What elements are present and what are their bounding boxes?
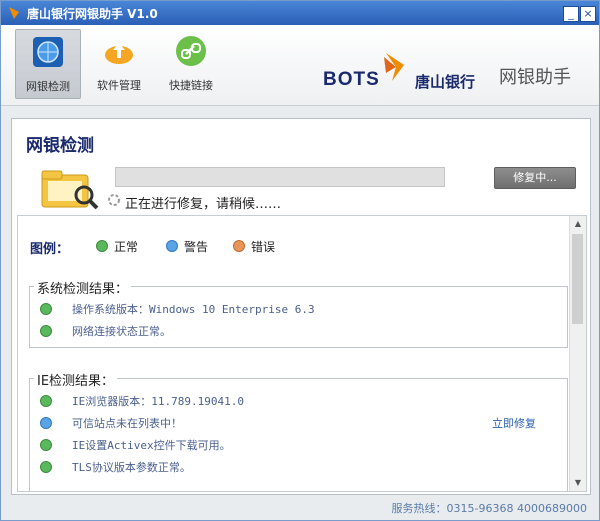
minimize-button[interactable]: _ (563, 6, 579, 22)
ok-status-icon (40, 303, 52, 315)
legend-label: 图例： (30, 242, 70, 257)
app-name: 网银助手 (499, 67, 571, 88)
fix-now-link[interactable]: 立即修复 (492, 415, 536, 431)
result-text: TLS协议版本参数正常。 (72, 461, 191, 474)
page-title: 网银检测 (26, 136, 94, 156)
brand-bots-text: BOTS (323, 69, 380, 90)
ok-status-icon (40, 325, 52, 337)
result-text: 可信站点未在列表中！ (72, 417, 182, 430)
result-row: 可信站点未在列表中！ 立即修复 (40, 415, 560, 431)
scan-globe-icon (33, 37, 63, 67)
repair-status-text: 正在进行修复，请稍候…… (125, 197, 282, 212)
window-title: 唐山银行网银助手 V1.0 (27, 7, 158, 21)
warning-status-icon (40, 417, 52, 429)
result-row: 操作系统版本：Windows 10 Enterprise 6.3 (40, 301, 560, 317)
tool-scan[interactable]: 网银检测 (15, 29, 81, 99)
title-bar: 唐山银行网银助手 V1.0 _ × (1, 1, 599, 25)
result-text: IE设置Activex控件下载可用。 (72, 439, 231, 452)
app-window: 唐山银行网银助手 V1.0 _ × 网银检测 软件管理 快捷链接 BOTS 唐山… (0, 0, 600, 521)
app-logo-icon (9, 7, 19, 19)
legend-ok: 正常 (114, 240, 139, 254)
loading-spinner-icon (108, 194, 120, 206)
tool-links-label: 快捷链接 (169, 79, 213, 92)
ok-status-icon (40, 439, 52, 451)
result-row: TLS协议版本参数正常。 (40, 459, 560, 475)
system-results-group: 系统检测结果： 操作系统版本：Windows 10 Enterprise 6.3… (29, 278, 568, 348)
ie-results-group: IE检测结果： IE浏览器版本：11.789.19041.0 可信站点未在列表中… (29, 370, 568, 491)
result-text: 网络连接状态正常。 (72, 325, 171, 338)
warning-status-icon (166, 240, 178, 252)
scan-content-area: 网银检测 修复中... 正在进行修复，请稍候…… 图例： 正常 警告 错误 系统… (11, 118, 591, 495)
link-icon (176, 36, 206, 66)
system-results-title: 系统检测结果： (34, 278, 132, 297)
results-panel: 图例： 正常 警告 错误 系统检测结果： 操作系统版本：Windows 10 E… (17, 215, 587, 492)
scroll-thumb[interactable] (572, 234, 583, 324)
legend-warn: 警告 (184, 240, 209, 254)
ok-status-icon (40, 395, 52, 407)
result-row: IE浏览器版本：11.789.19041.0 (40, 393, 560, 409)
tool-software[interactable]: 软件管理 (87, 29, 151, 97)
result-row: IE设置Activex控件下载可用。 (40, 437, 560, 453)
tool-links[interactable]: 快捷链接 (159, 29, 223, 97)
result-text: 操作系统版本：Windows 10 Enterprise 6.3 (72, 303, 315, 316)
repair-button[interactable]: 修复中... (494, 167, 576, 189)
service-hotline: 服务热线：0315-96368 4000689000 (391, 502, 587, 515)
folder-search-icon (41, 170, 99, 210)
bank-logo-icon (384, 53, 404, 81)
legend-err: 错误 (251, 240, 276, 254)
scroll-down-icon[interactable]: ▼ (573, 478, 583, 488)
tool-scan-label: 网银检测 (26, 80, 70, 93)
result-row: 网络连接状态正常。 (40, 323, 560, 339)
close-button[interactable]: × (580, 6, 596, 22)
ok-status-icon (96, 240, 108, 252)
tool-software-label: 软件管理 (97, 79, 141, 92)
result-text: IE浏览器版本：11.789.19041.0 (72, 395, 244, 408)
results-scrollbar[interactable]: ▲ ▼ (569, 216, 586, 491)
scroll-up-icon[interactable]: ▲ (573, 219, 583, 229)
repair-progress-bar (115, 167, 445, 187)
main-toolbar: 网银检测 软件管理 快捷链接 BOTS 唐山银行 网银助手 (1, 25, 599, 106)
bank-name: 唐山银行 (415, 73, 476, 91)
error-status-icon (233, 240, 245, 252)
ok-status-icon (40, 461, 52, 473)
upload-cloud-icon (105, 43, 133, 64)
ie-results-title: IE检测结果： (34, 370, 118, 389)
